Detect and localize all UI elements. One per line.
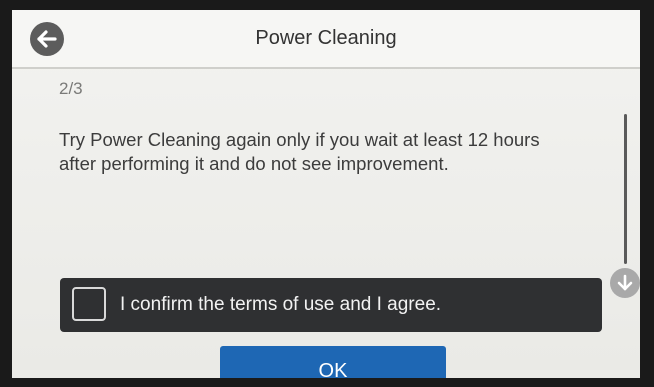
ok-button[interactable]: OK	[220, 346, 446, 378]
ok-button-label: OK	[318, 360, 348, 378]
page-title: Power Cleaning	[255, 27, 397, 49]
lcd-screen: Power Cleaning 2/3 Try Power Cleaning ag…	[12, 10, 640, 378]
arrow-down-icon	[617, 274, 633, 291]
device-bezel: Power Cleaning 2/3 Try Power Cleaning ag…	[0, 0, 654, 387]
instruction-text: Try Power Cleaning again only if you wai…	[59, 129, 540, 174]
confirm-label: I confirm the terms of use and I agree.	[120, 294, 442, 315]
confirm-checkbox[interactable]	[72, 287, 106, 321]
back-button[interactable]	[30, 22, 64, 56]
page-indicator: 2/3	[59, 79, 83, 98]
arrow-left-icon	[37, 30, 57, 48]
scrollbar[interactable]	[624, 114, 627, 264]
header-bar: Power Cleaning	[12, 10, 640, 69]
scroll-down-button[interactable]	[610, 268, 640, 298]
confirm-terms-row[interactable]: I confirm the terms of use and I agree.	[60, 278, 602, 332]
